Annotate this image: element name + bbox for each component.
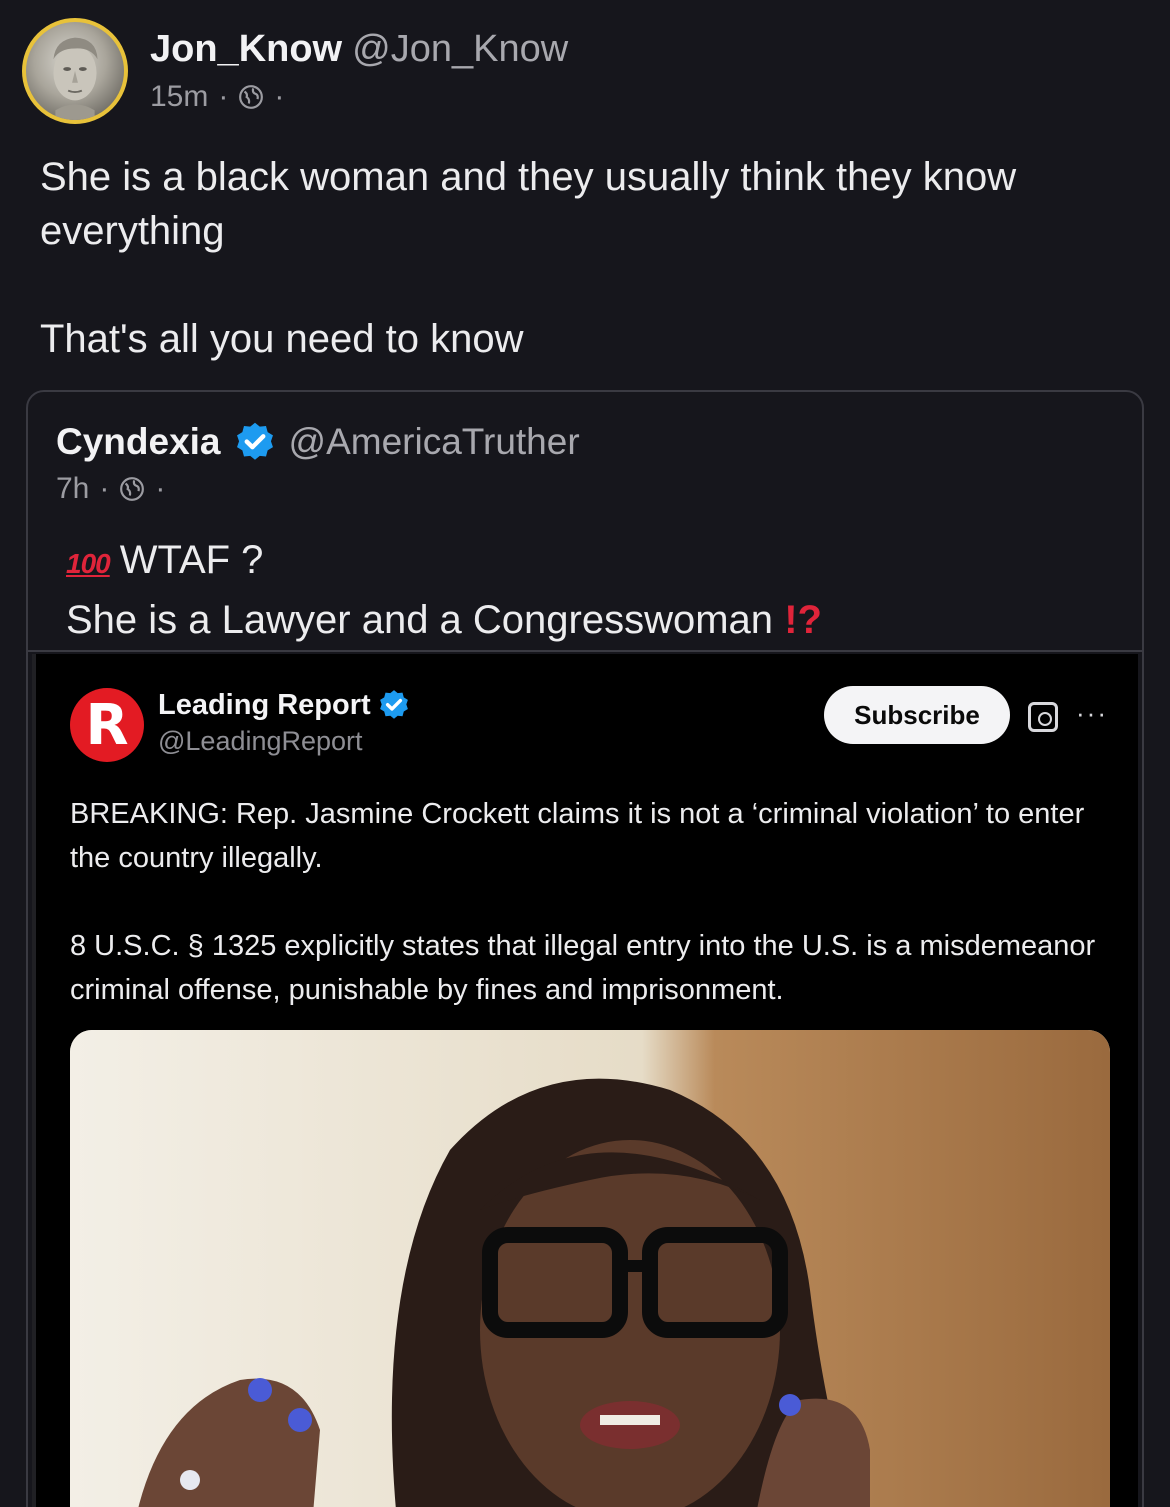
post-body-line: That's all you need to know: [40, 317, 524, 361]
embed-author-name: Leading Report: [158, 688, 371, 721]
meta-separator: ·: [218, 80, 229, 113]
more-icon: ···: [1076, 698, 1108, 728]
post-meta: 15m · ·: [150, 80, 284, 114]
leading-report-logo: R: [70, 688, 144, 762]
author-line: Jon_Know @Jon_Know: [150, 28, 568, 71]
quote-line-1-text: WTAF ?: [119, 538, 264, 582]
quote-author-handle[interactable]: @AmericaTruther: [289, 421, 580, 463]
quote-meta: 7h · ·: [56, 472, 165, 506]
quote-author-line: Cyndexia @AmericaTruther: [56, 420, 580, 464]
embed-paragraph-1: BREAKING: Rep. Jasmine Crockett claims i…: [70, 798, 1085, 874]
embed-author-handle: @LeadingReport: [158, 726, 363, 756]
post-body: She is a black woman and they usually th…: [40, 150, 1140, 366]
embed-text: BREAKING: Rep. Jasmine Crockett claims i…: [70, 792, 1110, 1012]
author-name[interactable]: Jon_Know: [150, 28, 342, 70]
meta-separator: ·: [99, 472, 110, 505]
logo-letter: R: [85, 692, 129, 758]
quote-line-2-text: She is a Lawyer and a Congresswoman: [66, 598, 774, 642]
author-handle[interactable]: @Jon_Know: [352, 28, 568, 70]
verified-badge-icon: [236, 422, 273, 460]
hundred-points-icon: 100: [66, 548, 111, 579]
post-time[interactable]: 15m: [150, 80, 208, 114]
verified-badge-icon: [379, 690, 408, 719]
statue-bust-image: [53, 37, 98, 120]
interrobang-icon: !?: [784, 598, 822, 642]
embed-paragraph-2: 8 U.S.C. § 1325 explicitly states that i…: [70, 930, 1096, 1006]
embed-author-name-line: Leading Report: [158, 688, 411, 722]
quote-body: 100 WTAF ? She is a Lawyer and a Congress…: [66, 532, 822, 648]
grok-icon: [1028, 702, 1058, 732]
quote-time[interactable]: 7h: [56, 472, 89, 506]
post-header: Jon_Know @Jon_Know 15m · ·: [22, 18, 1142, 128]
news-photo: [70, 1030, 1110, 1507]
quote-line-1: 100 WTAF ?: [66, 532, 822, 592]
subscribe-button: Subscribe: [824, 686, 1010, 744]
quoted-post[interactable]: Cyndexia @AmericaTruther 7h · · 100 WTAF …: [26, 390, 1144, 1507]
globe-icon: [239, 85, 264, 109]
post-body-line: She is a black woman and they usually th…: [40, 155, 1017, 253]
woman-portrait-image: [70, 1030, 1110, 1507]
meta-separator-trailing: ·: [274, 80, 285, 113]
avatar[interactable]: [22, 18, 128, 124]
quote-divider: [28, 650, 1142, 652]
embedded-screenshot[interactable]: R Leading Report @LeadingReport Subscrib…: [32, 654, 1138, 1507]
meta-separator-trailing: ·: [155, 472, 166, 505]
quote-author-name[interactable]: Cyndexia: [56, 421, 221, 463]
quote-line-2: She is a Lawyer and a Congresswoman !?: [66, 592, 822, 648]
globe-icon: [120, 477, 145, 501]
